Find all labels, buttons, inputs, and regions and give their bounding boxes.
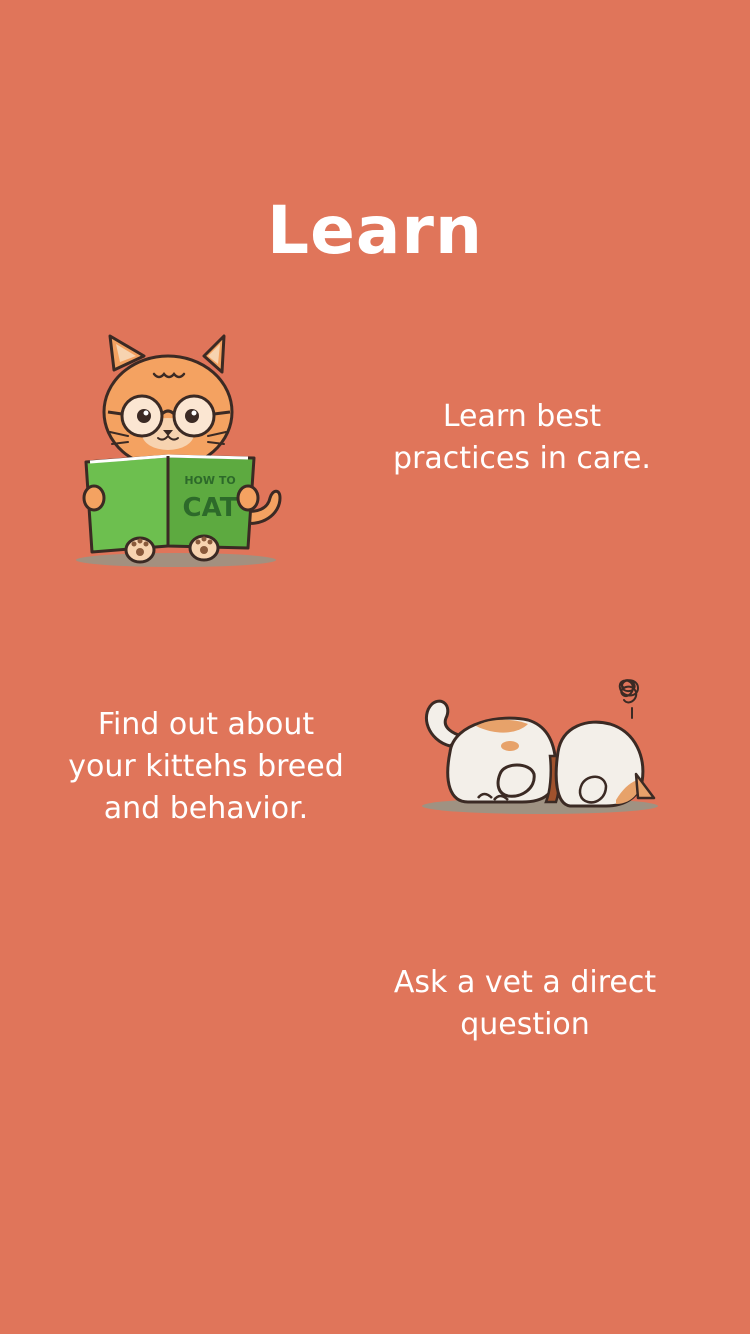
cat-sleeping-illustration <box>422 679 658 814</box>
feature-ask-vet-text: Ask a vet a direct question <box>393 965 657 1042</box>
book-cover-line1: HOW TO <box>184 474 235 487</box>
feature-best-practices-text: Learn best practices in care. <box>393 399 651 476</box>
onboarding-learn-screen: Learn HOW TO CAT Learn best practices in… <box>0 0 750 1334</box>
page-title: Learn <box>267 192 483 269</box>
book-cover-line2: CAT <box>183 493 238 523</box>
feature-breed-behavior-text: Find out about your kittehs breed and be… <box>68 707 344 826</box>
cat-reading-book-illustration: HOW TO CAT <box>76 334 282 567</box>
